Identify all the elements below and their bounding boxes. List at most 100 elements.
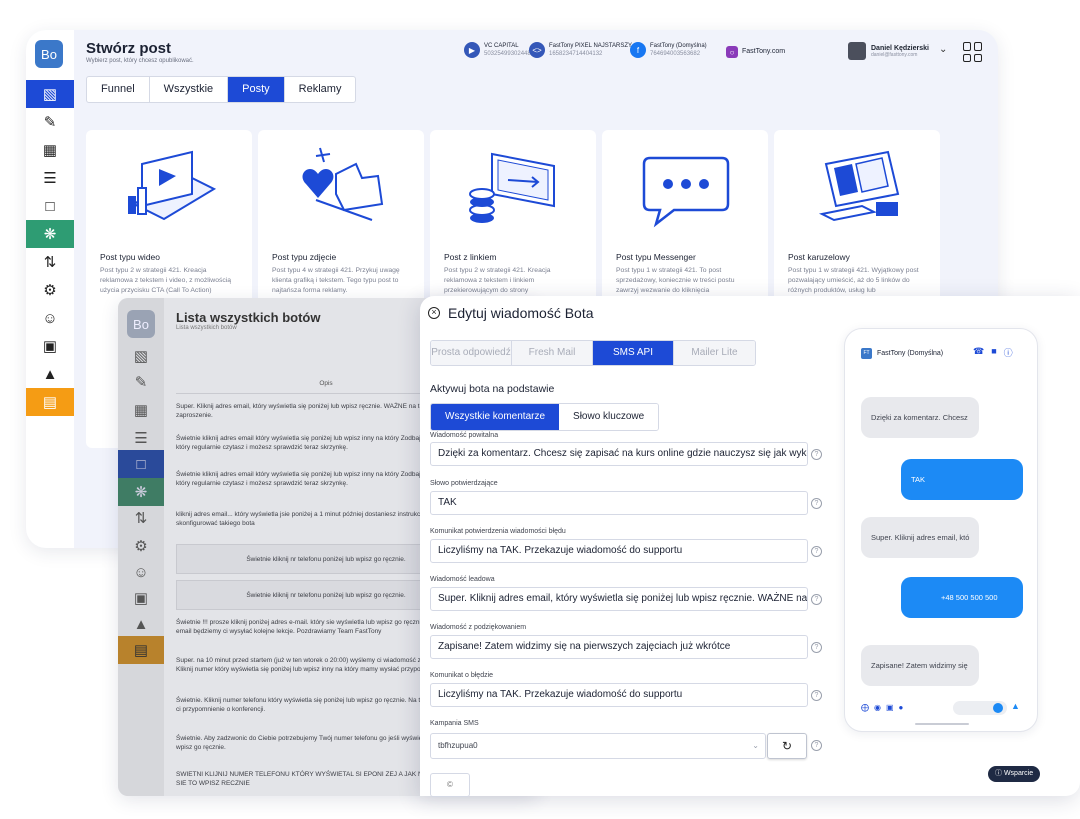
link-monitor-illustration xyxy=(430,130,596,248)
lead-message-input[interactable]: Super. Kliknij adres email, który wyświe… xyxy=(430,587,808,611)
app-logo[interactable]: Bo xyxy=(35,40,63,68)
close-icon[interactable]: × xyxy=(428,307,440,319)
error-message-input[interactable]: Liczyliśmy na TAK. Przekazuje wiadomość … xyxy=(430,683,808,707)
chevron-down-icon[interactable]: ⌄ xyxy=(939,44,947,55)
tab-all[interactable]: Wszystkie xyxy=(150,77,229,102)
settings-icon[interactable]: ⚙ xyxy=(118,532,164,560)
plus-icon[interactable]: ⨁ xyxy=(861,703,869,712)
mic-icon[interactable]: ● xyxy=(899,703,904,712)
outgoing-message: +48 500 500 500 xyxy=(901,577,1023,618)
image-icon[interactable]: ▣ xyxy=(886,703,894,712)
edit-icon[interactable]: ✎ xyxy=(26,108,74,136)
tab-simple-reply[interactable]: Prosta odpowiedź xyxy=(431,341,512,365)
user-icon[interactable]: ☺ xyxy=(118,558,164,586)
like-icon[interactable]: ▲ xyxy=(1011,701,1020,711)
avatar xyxy=(848,42,866,60)
camera-icon[interactable]: ◉ xyxy=(874,703,881,712)
preview-header: FT FastTony (Domyślna) xyxy=(861,348,943,359)
facebook-icon: f xyxy=(630,42,646,58)
thanks-message-input[interactable]: Zapisane! Zatem widzimy się na pierwszyc… xyxy=(430,635,808,659)
help-icon[interactable]: ? xyxy=(811,690,822,701)
video-icon[interactable]: ■ xyxy=(991,346,996,359)
help-icon[interactable]: ? xyxy=(811,594,822,605)
tab-mailer-lite[interactable]: Mailer Lite xyxy=(674,341,755,365)
briefcase-icon[interactable]: ▣ xyxy=(118,584,164,612)
help-icon[interactable]: ? xyxy=(811,449,822,460)
account-pixel[interactable]: <> FastTony PIXEL NAJSTARSZY 165823471440… xyxy=(529,42,632,58)
video-illustration xyxy=(86,130,252,248)
settings-icon[interactable]: ⚙ xyxy=(26,276,74,304)
apps-grid-icon[interactable] xyxy=(963,42,983,62)
incoming-message: Super. Kliknij adres email, któ xyxy=(861,517,979,558)
ai-icon[interactable]: ❋ xyxy=(26,220,74,248)
refresh-button[interactable]: ↻ xyxy=(767,733,807,759)
help-icon[interactable]: ? xyxy=(811,546,822,557)
code-icon: <> xyxy=(529,42,545,58)
presentation-icon[interactable]: ▤ xyxy=(118,636,164,664)
sms-campaign-label: Kampania SMS xyxy=(430,720,479,727)
tab-funnel[interactable]: Funnel xyxy=(87,77,150,102)
photo-like-illustration xyxy=(258,130,424,248)
extra-button[interactable]: © xyxy=(430,773,470,797)
chat-icon[interactable]: □ xyxy=(118,450,164,478)
tab-sms-api[interactable]: SMS API xyxy=(593,341,674,365)
carousel-illustration xyxy=(774,130,940,248)
new-file-icon[interactable]: ▧ xyxy=(26,80,74,108)
welcome-message-label: Wiadomość powitalna xyxy=(430,432,499,439)
trigger-toggle: Wszystkie komentarze Słowo kluczowe xyxy=(430,403,660,431)
tab-fresh-mail[interactable]: Fresh Mail xyxy=(512,341,593,365)
phone-icon[interactable]: ☎ xyxy=(973,346,984,359)
sort-icon[interactable]: ⇅ xyxy=(26,248,74,276)
graduation-icon[interactable]: ▲ xyxy=(26,360,74,388)
error-confirm-label: Komunikat potwierdzenia wiadomości błędu xyxy=(430,528,566,535)
ai-icon[interactable]: ❋ xyxy=(118,478,164,506)
account-instagram[interactable]: ○ FastTony.com xyxy=(726,46,785,58)
provider-tabs: Prosta odpowiedź Fresh Mail SMS API Mail… xyxy=(430,340,756,366)
new-file-icon[interactable]: ▧ xyxy=(118,342,164,370)
calendar-icon[interactable]: ▦ xyxy=(118,396,164,424)
lead-message-label: Wiadomość leadowa xyxy=(430,576,495,583)
sms-campaign-select[interactable]: tbfhzupua0 ⌄ xyxy=(430,733,766,759)
preview-header-actions: ☎ ■ ⓘ xyxy=(973,346,1013,359)
edit-icon[interactable]: ✎ xyxy=(118,368,164,396)
account-facebook[interactable]: f FastTony (Domyślna) 764694003563682 xyxy=(630,42,707,58)
graduation-icon[interactable]: ▲ xyxy=(118,610,164,638)
main-sidebar: Bo ▧ ✎ ▦ ☰ □ ❋ ⇅ ⚙ ☺ ▣ ▲ ▤ xyxy=(26,30,74,548)
sort-icon[interactable]: ⇅ xyxy=(118,504,164,532)
home-indicator xyxy=(915,723,969,725)
incoming-message: Dzięki za komentarz. Chcesz xyxy=(861,397,979,438)
welcome-message-input[interactable]: Dzięki za komentarz. Chcesz się zapisać … xyxy=(430,442,808,466)
app-logo[interactable]: Bo xyxy=(127,310,155,338)
user-icon[interactable]: ☺ xyxy=(26,304,74,332)
info-icon[interactable]: ⓘ xyxy=(1004,346,1013,359)
list-icon[interactable]: ☰ xyxy=(26,164,74,192)
chat-icon[interactable]: □ xyxy=(26,192,74,220)
messenger-chat-illustration xyxy=(602,130,768,248)
calendar-icon[interactable]: ▦ xyxy=(26,136,74,164)
list-icon[interactable]: ☰ xyxy=(118,424,164,452)
all-comments-button[interactable]: Wszystkie komentarze xyxy=(431,404,560,430)
keyword-button[interactable]: Słowo kluczowe xyxy=(559,404,659,430)
help-icon[interactable]: ? xyxy=(811,498,822,509)
activate-label: Aktywuj bota na podstawie xyxy=(430,383,555,395)
help-icon[interactable]: ? xyxy=(811,642,822,653)
post-type-tabs: Funnel Wszystkie Posty Reklamy xyxy=(86,76,357,103)
thanks-message-label: Wiadomość z podziękowaniem xyxy=(430,624,527,631)
support-button[interactable]: ⓘ Wsparcie xyxy=(988,766,1041,782)
incoming-message: Zapisane! Zatem widzimy się xyxy=(861,645,979,686)
tab-posts[interactable]: Posty xyxy=(228,77,285,102)
page-title: Stwórz post xyxy=(86,40,171,57)
account-vc-capital[interactable]: ▶ VC CAPITAL 503254993024489 xyxy=(464,42,534,58)
error-confirm-input[interactable]: Liczyliśmy na TAK. Przekazuje wiadomość … xyxy=(430,539,808,563)
briefcase-icon[interactable]: ▣ xyxy=(26,332,74,360)
tab-ads[interactable]: Reklamy xyxy=(285,77,356,102)
emoji-icon[interactable] xyxy=(993,703,1003,713)
user-menu[interactable]: Daniel Kędzierski daniel@fasttony.com xyxy=(848,42,929,60)
bot-list-title: Lista wszystkich botów xyxy=(176,310,321,325)
confirm-word-input[interactable]: TAK xyxy=(430,491,808,515)
presentation-icon[interactable]: ▤ xyxy=(26,388,74,416)
instagram-icon: ○ xyxy=(726,46,738,58)
page-subtitle: Wybierz post, który chcesz opublikować. xyxy=(86,58,194,64)
help-icon[interactable]: ? xyxy=(811,740,822,751)
messenger-preview: FT FastTony (Domyślna) ☎ ■ ⓘ Dzięki za k… xyxy=(844,328,1038,732)
